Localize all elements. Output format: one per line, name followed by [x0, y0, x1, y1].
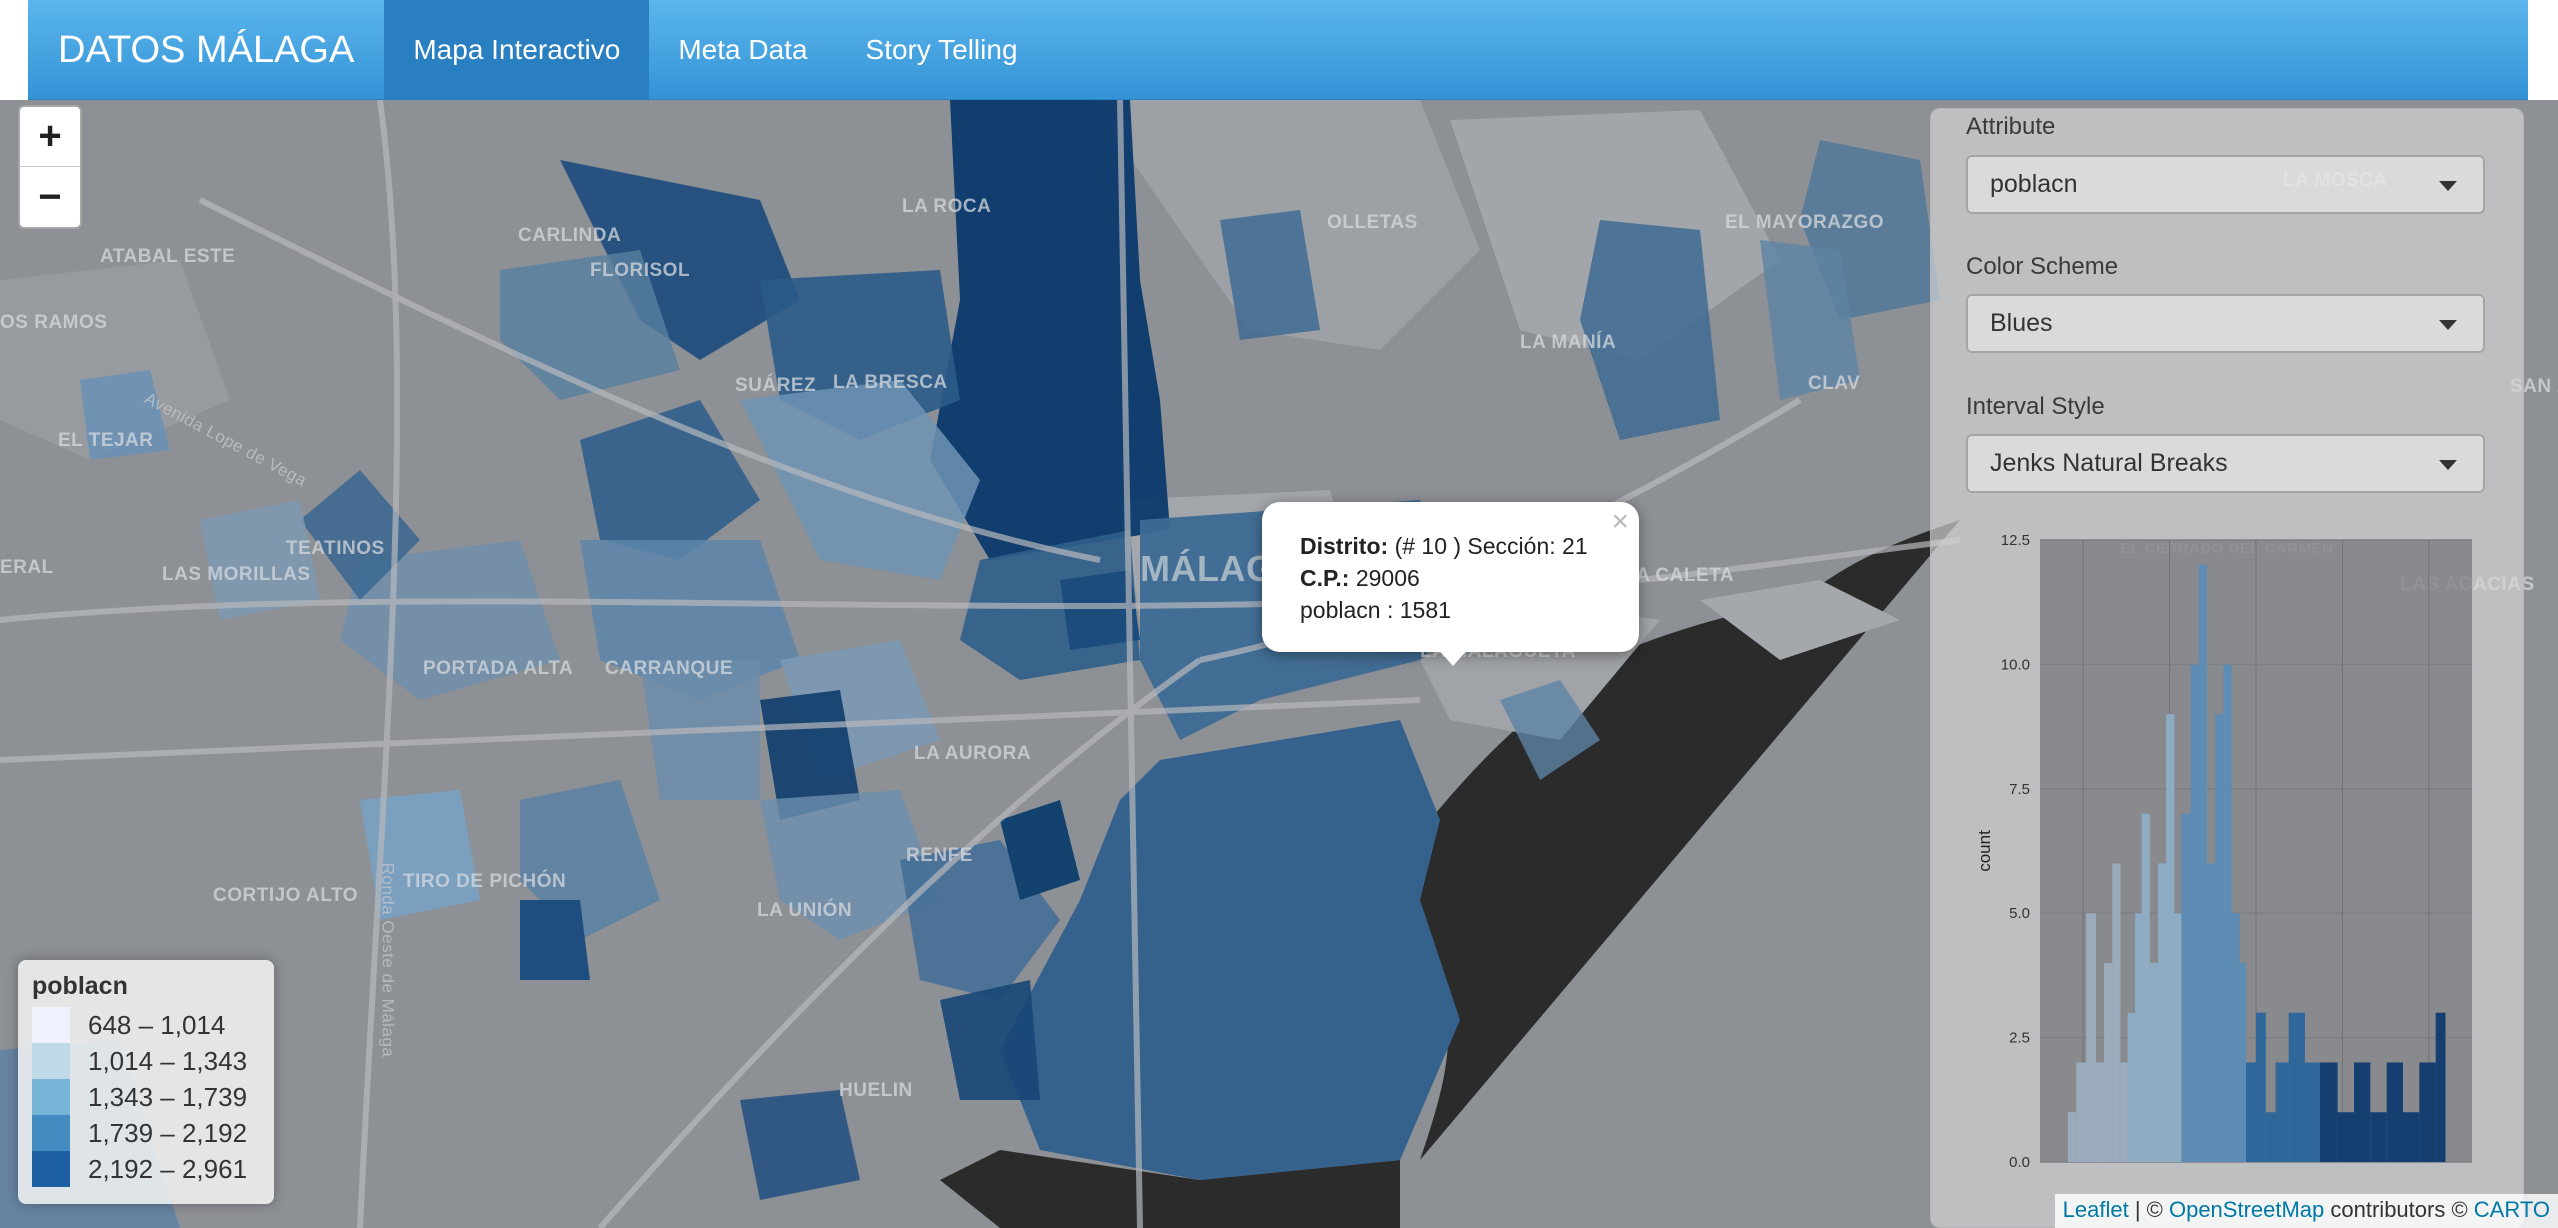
histogram-bar — [2386, 1062, 2403, 1162]
legend-item: 1,014 – 1,343 — [32, 1043, 260, 1079]
legend-item: 1,343 – 1,739 — [32, 1079, 260, 1115]
y-tick-label: 5.0 — [2009, 905, 2030, 922]
legend-swatch — [32, 1079, 70, 1115]
attribute-select[interactable]: poblacn — [1966, 155, 2485, 214]
legend-label: 1,343 – 1,739 — [88, 1081, 248, 1112]
popup-attribute-line: poblacn : 1581 — [1300, 597, 1451, 623]
histogram-bar — [2076, 1062, 2087, 1162]
popup-tip — [1437, 648, 1469, 666]
histogram-bar — [2403, 1112, 2420, 1162]
histogram-bar — [2166, 714, 2175, 1162]
legend-label: 1,014 – 1,343 — [88, 1045, 248, 1076]
histogram-bar — [2104, 962, 2113, 1162]
legend-swatch — [32, 1043, 70, 1079]
carto-link[interactable]: CARTO — [2474, 1197, 2550, 1222]
legend-label: 1,739 – 2,192 — [88, 1117, 248, 1148]
histogram-bar — [2149, 962, 2158, 1162]
histogram-bar — [2174, 913, 2182, 1162]
y-tick-label: 10.0 — [2001, 656, 2030, 673]
histogram-bar — [2207, 863, 2216, 1162]
histogram-bar — [2419, 1062, 2436, 1162]
tab-meta-data[interactable]: Meta Data — [649, 0, 836, 100]
histogram-bar — [2337, 1112, 2354, 1162]
color-scheme-select[interactable]: Blues — [1966, 294, 2485, 353]
histogram-bar — [2435, 1012, 2446, 1162]
feature-popup: × Distrito: (# 10 ) Sección: 21 C.P.: 29… — [1262, 502, 1639, 652]
attribute-select-value: poblacn — [1990, 170, 2078, 198]
legend-label: 648 – 1,014 — [88, 1009, 226, 1040]
histogram-bar — [2141, 813, 2150, 1162]
leaflet-link[interactable]: Leaflet — [2063, 1197, 2129, 1222]
popup-cp-label: C.P.: — [1300, 565, 1350, 591]
histogram-bar — [2256, 1012, 2266, 1162]
attribute-label: Attribute — [1966, 113, 2056, 140]
histogram-bar — [2120, 1062, 2128, 1162]
histogram-bar — [2158, 863, 2167, 1162]
histogram-bar — [2181, 813, 2191, 1162]
navbar: DATOS MÁLAGA Mapa Interactivo Meta Data … — [28, 0, 2528, 100]
histogram-bar — [2239, 962, 2247, 1162]
tab-mapa-interactivo[interactable]: Mapa Interactivo — [384, 0, 650, 100]
histogram-bar — [2127, 1012, 2136, 1162]
interval-style-label: Interval Style — [1966, 393, 2105, 420]
attribution-contributors: contributors © — [2324, 1197, 2474, 1222]
legend-swatch — [32, 1007, 70, 1043]
y-tick-label: 7.5 — [2009, 781, 2030, 798]
legend-item: 1,739 – 2,192 — [32, 1115, 260, 1151]
legend-swatch — [32, 1151, 70, 1187]
histogram-chart: 0.0 2.5 5.0 7.5 10.0 12.5 count — [1975, 532, 2472, 1171]
popup-distrito-line: Distrito: (# 10 ) Sección: 21 — [1300, 530, 1601, 562]
map-legend: poblacn 648 – 1,014 1,014 – 1,343 1,343 … — [18, 960, 274, 1204]
histogram-bar — [2135, 913, 2142, 1162]
histogram-bar — [2265, 1112, 2276, 1162]
y-tick-label: 12.5 — [2001, 532, 2030, 549]
histogram-bar — [2370, 1112, 2387, 1162]
histogram-bar — [2246, 1062, 2256, 1162]
tab-story-telling[interactable]: Story Telling — [837, 0, 1047, 100]
y-tick-label: 0.0 — [2009, 1154, 2030, 1171]
histogram-bar — [2190, 664, 2199, 1162]
color-scheme-label: Color Scheme — [1966, 253, 2119, 280]
histogram-bar — [2354, 1062, 2371, 1162]
chevron-down-icon — [2439, 460, 2457, 470]
histogram-bar — [2215, 714, 2224, 1162]
popup-distrito-label: Distrito: — [1300, 533, 1389, 559]
y-tick-label: 2.5 — [2009, 1030, 2030, 1047]
chevron-down-icon — [2439, 320, 2457, 330]
histogram-bar — [2112, 863, 2121, 1162]
legend-item: 2,192 – 2,961 — [32, 1151, 260, 1187]
map-attribution: Leaflet | © OpenStreetMap contributors ©… — [2054, 1194, 2558, 1228]
legend-label: 2,192 – 2,961 — [88, 1153, 248, 1184]
brand-title[interactable]: DATOS MÁLAGA — [28, 0, 384, 100]
openstreetmap-link[interactable]: OpenStreetMap — [2169, 1197, 2324, 1222]
popup-close-button[interactable]: × — [1611, 506, 1629, 538]
legend-title: poblacn — [32, 972, 128, 1000]
zoom-control: + − — [18, 105, 82, 229]
histogram-bar — [2288, 1012, 2305, 1162]
histogram-bar — [2275, 1062, 2289, 1162]
color-scheme-select-value: Blues — [1990, 309, 2053, 337]
histogram-bar — [2223, 664, 2232, 1162]
zoom-out-button[interactable]: − — [20, 167, 80, 227]
attribution-separator: | © — [2128, 1197, 2169, 1222]
interval-style-select-value: Jenks Natural Breaks — [1990, 449, 2228, 477]
y-axis-label: count — [1975, 830, 1994, 872]
histogram-bar — [2198, 564, 2207, 1162]
histogram-bar — [2095, 1062, 2105, 1162]
histogram-bar — [2086, 913, 2096, 1162]
legend-item: 648 – 1,014 — [32, 1007, 260, 1043]
histogram-bar — [2067, 1112, 2077, 1162]
legend-swatch — [32, 1115, 70, 1151]
histogram-bar — [2305, 1062, 2321, 1162]
popup-cp-value: 29006 — [1355, 565, 1420, 591]
popup-distrito-value: (# 10 ) Sección: 21 — [1394, 533, 1588, 559]
histogram-bar — [2231, 913, 2240, 1162]
zoom-in-button[interactable]: + — [20, 107, 80, 167]
popup-cp-line: C.P.: 29006 — [1300, 562, 1601, 594]
chevron-down-icon — [2439, 181, 2457, 191]
histogram-bar — [2320, 1062, 2338, 1162]
interval-style-select[interactable]: Jenks Natural Breaks — [1966, 434, 2485, 493]
